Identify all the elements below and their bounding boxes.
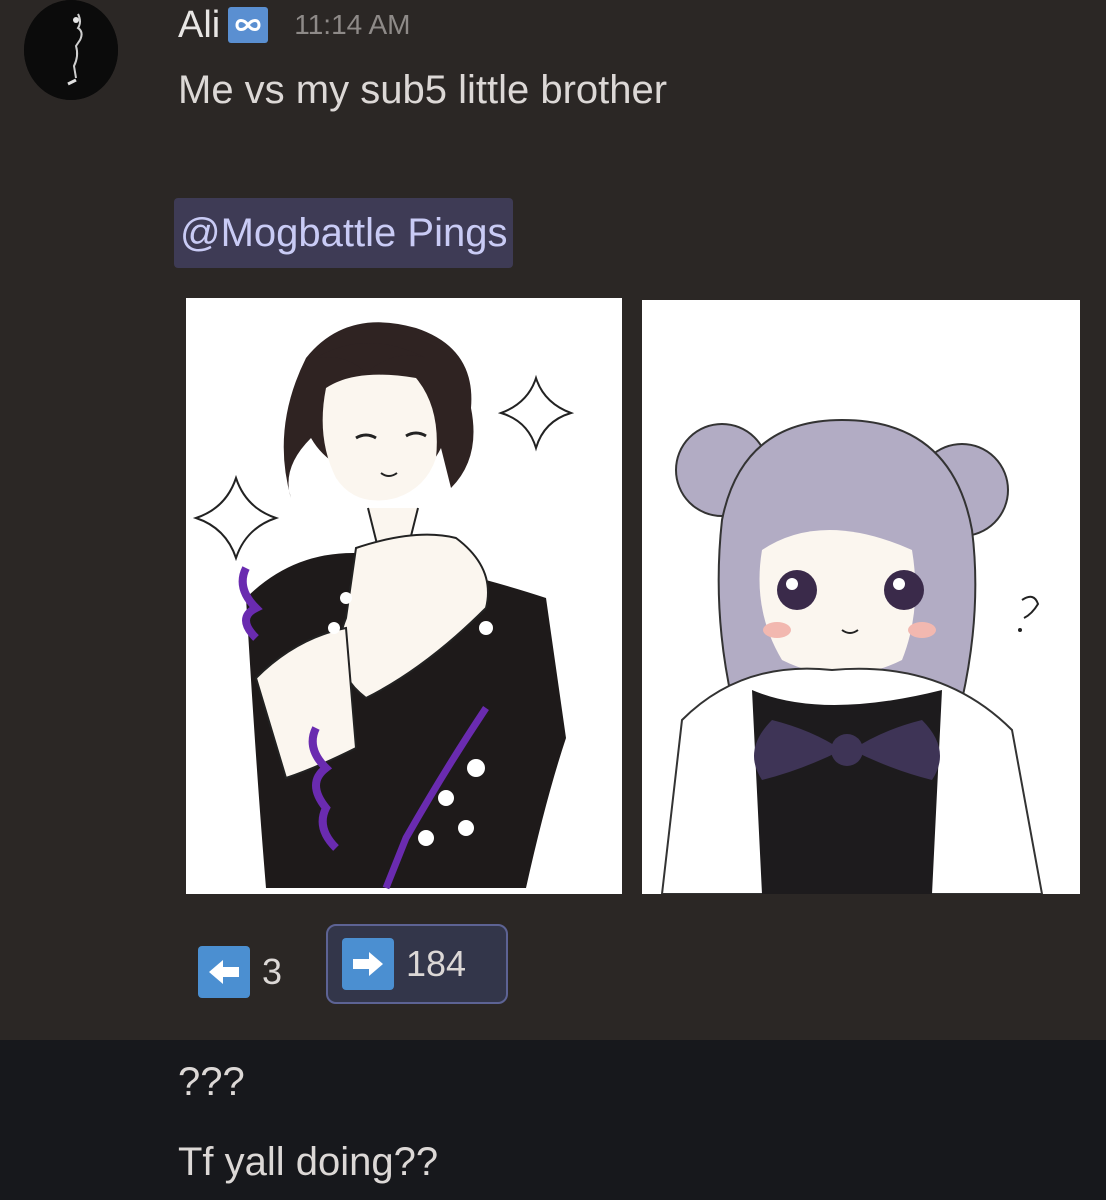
role-mention[interactable]: @Mogbattle Pings [174, 198, 514, 268]
drawing-lavender-hair-character [642, 300, 1080, 894]
followup-message-group: ??? Tf yall doing?? [0, 1040, 1106, 1200]
message-text: Me vs my sub5 little brother [178, 68, 668, 112]
reaction-left-arrow[interactable]: 3 [192, 938, 310, 1006]
image-attachment-2[interactable] [642, 300, 1080, 894]
image-attachment-1[interactable] [186, 298, 622, 894]
message-header: Ali 11:14 AM [178, 0, 410, 50]
infinity-icon [228, 7, 269, 43]
timestamp: 11:14 AM [294, 9, 411, 40]
arrow-right-emoji [342, 938, 394, 990]
username[interactable]: Ali [178, 6, 220, 44]
avatar-image [24, 0, 118, 100]
drawing-dark-hair-character [186, 298, 622, 894]
message-group: Ali 11:14 AM Me vs my sub5 little brothe… [0, 0, 1106, 1040]
reaction-count: 3 [262, 951, 283, 992]
reaction-count: 184 [406, 943, 467, 984]
avatar[interactable] [24, 0, 118, 100]
followup-line-1: ??? [178, 1060, 245, 1104]
followup-line-2: Tf yall doing?? [178, 1140, 439, 1184]
reaction-right-arrow[interactable]: 184 [326, 924, 508, 1004]
arrow-left-emoji [198, 946, 250, 998]
chat-view: Ali 11:14 AM Me vs my sub5 little brothe… [0, 0, 1106, 1200]
